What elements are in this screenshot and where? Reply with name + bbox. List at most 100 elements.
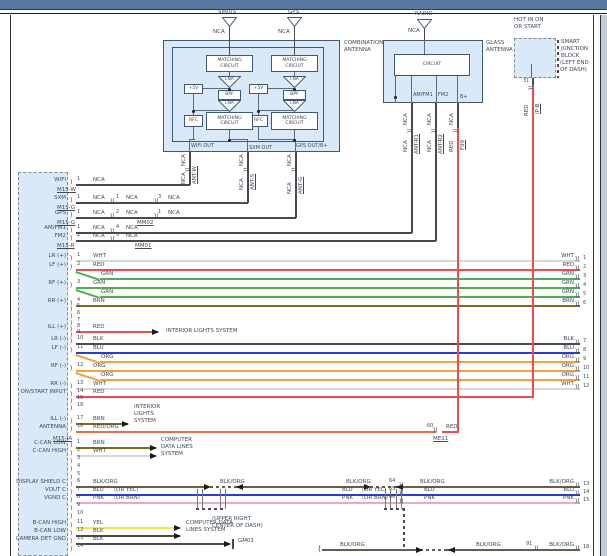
diagram-label: 7	[583, 339, 586, 345]
diagram-label: 3	[116, 233, 119, 239]
shield-tick-icon	[202, 489, 203, 509]
fuse-hot-label-1: HOT IN ON	[514, 17, 544, 23]
diagram-label: 16	[583, 545, 589, 551]
diagram-label: RF (+)	[48, 280, 66, 286]
diagram-label: BLK/ORG	[346, 479, 371, 485]
connector-bracket: )	[70, 459, 72, 466]
diagram-label: 6	[77, 479, 80, 485]
diagram-label: 4	[116, 225, 119, 231]
diagram-label: 13	[583, 482, 589, 488]
diagram-label: GRN	[101, 271, 113, 277]
wire-segment	[76, 502, 580, 504]
diagram-label: C-CAN HIGH	[33, 448, 66, 454]
diagram-label: WHT	[561, 381, 574, 387]
wire-segment	[76, 396, 534, 398]
wire-segment	[457, 128, 459, 433]
component-box: MATCHING CIRCUIT	[206, 112, 253, 130]
diagram-label: NCA	[181, 154, 187, 166]
shield-tick-icon	[220, 489, 221, 509]
diagram-label: M15-G	[57, 220, 75, 226]
connector-bracket: )(	[399, 499, 404, 506]
diagram-label: SYSTEM	[161, 451, 183, 457]
diagram-label: 13	[77, 381, 83, 387]
connector-bracket: )	[70, 443, 72, 450]
diagram-label: RADIO	[415, 11, 433, 17]
connector-bracket: )(	[454, 128, 461, 133]
diagram-label: 11	[77, 520, 83, 526]
connector-bracket: )(	[154, 199, 159, 206]
connector-bracket: )(	[575, 340, 580, 347]
connector-bracket: )	[70, 451, 72, 458]
diagram-label: BLU	[93, 487, 104, 493]
wire-segment	[76, 269, 580, 271]
diagram-label: NCA	[427, 113, 433, 125]
diagram-label: B-CAN LOW	[34, 528, 66, 534]
connector-bracket: (	[318, 544, 321, 553]
diagram-label: NCA	[239, 178, 245, 190]
component-box: RFC	[184, 115, 203, 127]
wire-segment	[76, 184, 190, 186]
connector-bracket: )	[70, 531, 72, 538]
diagram-label: 8	[583, 348, 586, 354]
arrow-icon	[204, 484, 211, 490]
diagram-label: ANT-G	[298, 177, 304, 194]
arrow-icon	[224, 541, 231, 547]
diagram-label: 31	[523, 79, 529, 85]
diagram-label: LR (+)	[48, 253, 66, 259]
diagram-label: MM02	[137, 220, 154, 226]
diagram-label: IP-B	[535, 104, 541, 114]
arrow-icon	[448, 547, 455, 553]
diagram-label: 1	[77, 440, 80, 446]
wire-segment	[100, 296, 580, 298]
wire-segment	[76, 431, 436, 433]
diagram-label: LF (-)	[52, 345, 66, 351]
diagram-label: 2	[583, 265, 586, 271]
component-box: MATCHING CIRCUIT	[271, 112, 318, 130]
diagram-label: 3	[77, 280, 80, 286]
diagram-label: NCA	[93, 210, 105, 216]
wire-segment	[76, 352, 580, 354]
diagram-label: GRN	[101, 289, 113, 295]
wire-segment	[411, 76, 412, 103]
diagram-label: ANTENNA	[39, 424, 66, 430]
component-box	[514, 38, 556, 78]
diagram-label: BRN	[93, 416, 105, 422]
dashed-wire	[403, 508, 405, 549]
diagram-label: 2	[116, 210, 119, 216]
diagram-label: NCA	[126, 210, 138, 216]
diagram-label: NCA	[287, 154, 293, 166]
wire-segment	[531, 64, 532, 78]
connector-bracket: )	[70, 427, 72, 434]
diagram-label: 10	[583, 366, 589, 372]
diagram-label: BLK/ORG	[93, 479, 118, 485]
diagram-label: NCA	[168, 210, 180, 216]
wire-segment	[76, 202, 248, 204]
diagram-label: RED	[93, 262, 105, 268]
diagram-label: 6	[583, 301, 586, 307]
diagram-label: ILL (+)	[48, 324, 66, 330]
diagram-label: LF (+)	[49, 262, 66, 268]
diagram-label: 5	[77, 304, 80, 310]
diagram-label: WIFI OUT	[191, 144, 214, 150]
diagram-label: BLU	[424, 487, 435, 493]
diagram-label: 91	[526, 542, 532, 548]
diagram-label: B+	[460, 95, 468, 101]
diagram-label: 4	[583, 283, 586, 289]
diagram-label: GM01	[238, 538, 254, 544]
diagram-label: SXM OUT	[249, 146, 272, 152]
diagram-label: 2	[77, 448, 80, 454]
diagram-label: WHT	[93, 381, 106, 387]
component-box: BPF	[218, 90, 241, 100]
sjb-caption-2: JUNCTION	[561, 46, 588, 52]
wire-segment	[76, 370, 580, 372]
wire-segment	[457, 76, 458, 103]
diagram-label: RED	[524, 104, 530, 116]
diagram-label: SXM	[54, 195, 66, 201]
diagram-label: PNK	[563, 495, 574, 501]
diagram-label: 12	[583, 384, 589, 390]
diagram-label: RED/ORG	[93, 424, 119, 430]
diagram-label: 9	[583, 357, 586, 363]
wire-segment	[229, 27, 230, 55]
connector-bracket: )(	[575, 275, 580, 282]
diagram-label: ORG	[562, 372, 574, 378]
